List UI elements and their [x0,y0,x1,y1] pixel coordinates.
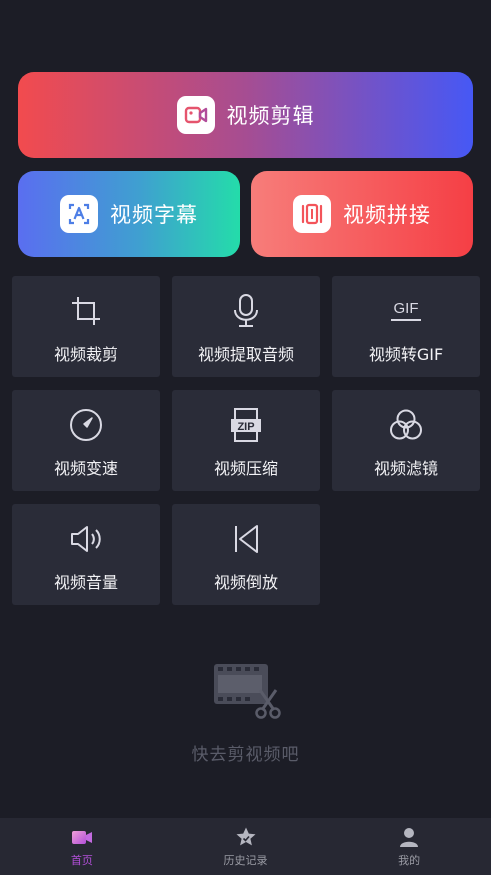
filter-icon [386,405,426,445]
tool-video-speed[interactable]: 视频变速 [12,390,160,491]
tool-label: 视频滤镜 [373,459,438,478]
tool-label: 视频变速 [53,459,118,478]
user-icon [400,828,419,847]
nav-tab-history[interactable]: 历史记录 [164,818,328,875]
video-edit-button[interactable]: 视频剪辑 [18,72,473,158]
video-subtitle-button[interactable]: 视频字幕 [18,171,240,257]
concat-icon [293,195,331,233]
crop-icon [66,291,106,331]
empty-state-text: 快去剪视频吧 [191,745,300,765]
gif-icon: GIF [386,291,426,331]
tool-label: 视频压缩 [213,459,278,478]
tool-label: 视频转GIF [368,345,444,364]
zip-icon: ZIP [226,405,266,445]
tool-video-crop[interactable]: 视频裁剪 [12,276,160,377]
nav-label: 首页 [70,854,93,867]
star-history-icon [236,827,255,846]
video-concat-button[interactable]: 视频拼接 [251,171,473,257]
tool-video-compress[interactable]: ZIP 视频压缩 [172,390,320,491]
subtitle-icon [60,195,98,233]
zip-icon-text: ZIP [237,421,254,433]
home-video-icon [71,831,92,844]
tool-video-reverse[interactable]: 视频倒放 [172,504,320,605]
video-concat-label: 视频拼接 [343,203,431,227]
tool-label: 视频倒放 [213,573,278,592]
nav-label: 我的 [398,854,421,867]
gif-icon-text: GIF [394,300,419,317]
tool-label: 视频裁剪 [53,345,118,364]
film-scissors-icon [210,660,282,720]
video-edit-label: 视频剪辑 [226,104,315,128]
tool-label: 视频音量 [53,573,118,592]
tool-video-to-gif[interactable]: GIF 视频转GIF [332,276,480,377]
video-subtitle-label: 视频字幕 [110,203,198,227]
nav-tab-profile[interactable]: 我的 [327,818,491,875]
bottom-nav: 首页 历史记录 我的 [0,818,491,875]
tool-label: 视频提取音频 [197,345,294,364]
tool-video-volume[interactable]: 视频音量 [12,504,160,605]
tool-extract-audio[interactable]: 视频提取音频 [172,276,320,377]
microphone-icon [226,291,266,331]
video-camera-icon [176,96,215,134]
reverse-icon [226,519,266,559]
nav-tab-home[interactable]: 首页 [0,818,164,875]
speed-icon [66,405,106,445]
nav-label: 历史记录 [223,854,268,867]
volume-icon [66,519,106,559]
tool-video-filter[interactable]: 视频滤镜 [332,390,480,491]
home-screen: 视频剪辑 视频字幕 视频拼接 视频裁剪 视频提取音频 GIF 视频转GIF 视频… [0,0,491,875]
